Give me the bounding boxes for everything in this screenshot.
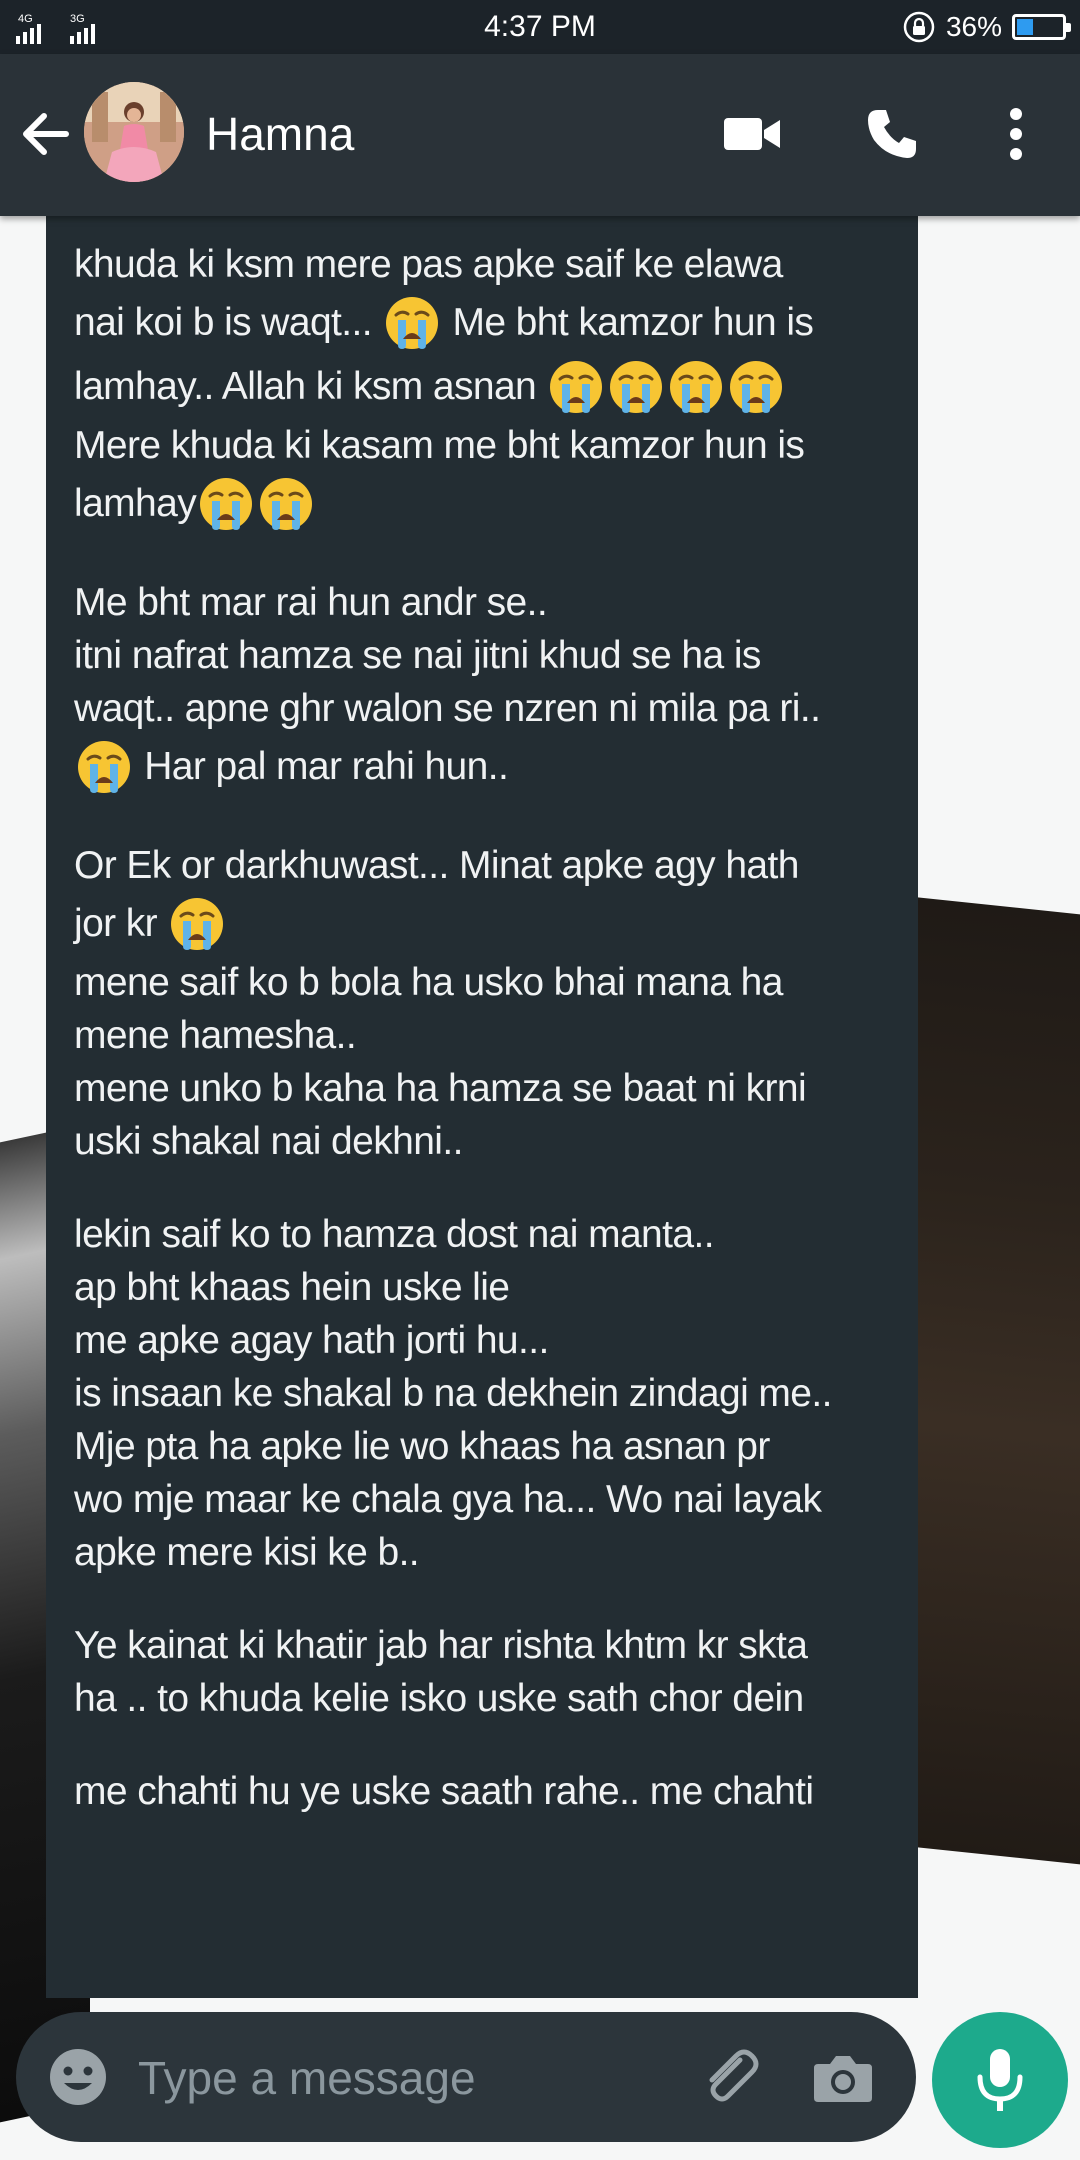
message-line: lekin saif ko to hamza dost nai manta.. (74, 1208, 892, 1261)
crying-face-emoji (550, 361, 603, 413)
message-line: Mere khuda ki kasam me bht kamzor hun is (74, 419, 892, 472)
message-line: waqt.. apne ghr walon se nzren ni mila p… (74, 682, 892, 735)
voice-message-button[interactable] (932, 2012, 1068, 2148)
message-line: mene unko b kaha ha hamza se baat ni krn… (74, 1062, 892, 1115)
message-line-text: khuda ki ksm mere pas apke saif ke elawa (74, 243, 783, 286)
message-line-text: uski shakal nai dekhni.. (74, 1120, 463, 1163)
video-call-button[interactable] (716, 98, 788, 170)
status-bar: 4G 3G 4:37 PM 36% (0, 0, 1080, 54)
back-arrow-icon (23, 113, 69, 155)
message-line-text: me chahti hu ye uske saath rahe.. me cha… (74, 1770, 814, 1813)
message-line: itni nafrat hamza se nai jitni khud se h… (74, 629, 892, 682)
message-line-text: lamhay (74, 482, 197, 525)
message-input[interactable] (136, 2042, 660, 2114)
message-line: lamhay.. Allah ki ksm asnan (74, 355, 892, 419)
message-composer (16, 2012, 916, 2142)
message-line: mene saif ko b bola ha usko bhai mana ha (74, 956, 892, 1009)
message-line: Har pal mar rahi hun.. (74, 735, 892, 799)
microphone-icon (977, 2049, 1023, 2111)
more-options-button[interactable] (980, 98, 1052, 170)
battery-icon (1012, 14, 1071, 40)
message-line: mene hamesha.. (74, 1009, 892, 1062)
battery-percent: 36% (945, 11, 1002, 42)
smiley-icon (50, 2049, 106, 2105)
message-line: ha .. to khuda kelie isko uske sath chor… (74, 1672, 892, 1725)
message-line: lamhay (74, 472, 892, 536)
message-line-text: waqt.. apne ghr walon se nzren ni mila p… (74, 687, 821, 730)
message-line-text: Har pal mar rahi hun.. (134, 745, 509, 788)
message-line: ap bht khaas hein uske lie (74, 1261, 892, 1314)
message-line-text: mene hamesha.. (74, 1014, 357, 1057)
message-line: Mje pta ha apke lie wo khaas ha asnan pr (74, 1420, 892, 1473)
message-line: me chahti hu ye uske saath rahe.. me cha… (74, 1765, 892, 1818)
emoji-button[interactable] (46, 2045, 110, 2109)
message-line: Me bht mar rai hun andr se.. (74, 576, 892, 629)
message-line-text: Ye kainat ki khatir jab har rishta khtm … (74, 1624, 808, 1667)
crying-face-emoji (670, 361, 723, 413)
message-line: wo mje maar ke chala gya ha... Wo nai la… (74, 1473, 892, 1526)
message-line: Ye kainat ki khatir jab har rishta khtm … (74, 1619, 892, 1672)
more-options-icon (1010, 108, 1022, 160)
battery-level-fill (1017, 19, 1033, 35)
message-bubble[interactable]: khuda ki ksm mere pas apke saif ke elawa… (46, 216, 918, 1998)
attachment-icon (709, 2049, 759, 2102)
video-call-icon (724, 118, 780, 150)
crying-face-emoji (610, 361, 663, 413)
message-line: me apke agay hath jorti hu... (74, 1314, 892, 1367)
message-line: khuda ki ksm mere pas apke saif ke elawa (74, 238, 892, 291)
message-line-text: Mere khuda ki kasam me bht kamzor hun is (74, 424, 805, 467)
message-line-text: itni nafrat hamza se nai jitni khud se h… (74, 634, 761, 677)
message-line-text: apke mere kisi ke b.. (74, 1531, 420, 1574)
message-line-text: lamhay.. Allah ki ksm asnan (74, 365, 547, 408)
camera-icon (814, 2056, 872, 2102)
message-line: jor kr (74, 892, 892, 956)
phone-call-icon (868, 110, 916, 158)
message-line-text: ap bht khaas hein uske lie (74, 1266, 510, 1309)
crying-face-emoji (200, 478, 253, 530)
message-line-text: Mje pta ha apke lie wo khaas ha asnan pr (74, 1425, 770, 1468)
message-text: khuda ki ksm mere pas apke saif ke elawa… (74, 238, 892, 1818)
crying-face-emoji (386, 297, 439, 349)
voice-call-button[interactable] (856, 98, 928, 170)
crying-face-emoji (78, 741, 130, 793)
crying-face-emoji (260, 478, 313, 530)
message-line-text: nai koi b is waqt... (74, 301, 383, 344)
avatar[interactable] (84, 82, 184, 182)
message-line: Or Ek or darkhuwast... Minat apke agy ha… (74, 839, 892, 892)
message-line: nai koi b is waqt... Me bht kamzor hun i… (74, 291, 892, 355)
message-line-text: Me bht mar rai hun andr se.. (74, 581, 548, 624)
message-line-text: lekin saif ko to hamza dost nai manta.. (74, 1213, 715, 1256)
message-line: uski shakal nai dekhni.. (74, 1115, 892, 1168)
message-line-text: is insaan ke shakal b na dekhein zindagi… (74, 1372, 832, 1415)
message-line-text: mene unko b kaha ha hamza se baat ni krn… (74, 1067, 807, 1110)
attach-button[interactable] (694, 2042, 764, 2112)
crying-face-emoji (730, 361, 783, 413)
avatar-image (84, 82, 184, 182)
message-line: is insaan ke shakal b na dekhein zindagi… (74, 1367, 892, 1420)
chat-header: Hamna (0, 54, 1080, 216)
message-line-text: jor kr (74, 902, 168, 945)
back-button[interactable] (14, 102, 78, 166)
message-line-text: mene saif ko b bola ha usko bhai mana ha (74, 961, 783, 1004)
message-line-text: wo mje maar ke chala gya ha... Wo nai la… (74, 1478, 822, 1521)
status-right: 36% (902, 8, 1071, 46)
camera-button[interactable] (810, 2044, 876, 2110)
message-line-text: ha .. to khuda kelie isko uske sath chor… (74, 1677, 804, 1720)
contact-name[interactable]: Hamna (206, 104, 354, 164)
message-line: apke mere kisi ke b.. (74, 1526, 892, 1579)
message-line-text: Or Ek or darkhuwast... Minat apke agy ha… (74, 844, 799, 887)
rotation-lock-icon (903, 11, 935, 43)
message-line-text: Me bht kamzor hun is (442, 301, 814, 344)
message-line-text: me apke agay hath jorti hu... (74, 1319, 549, 1362)
crying-face-emoji (171, 898, 224, 950)
